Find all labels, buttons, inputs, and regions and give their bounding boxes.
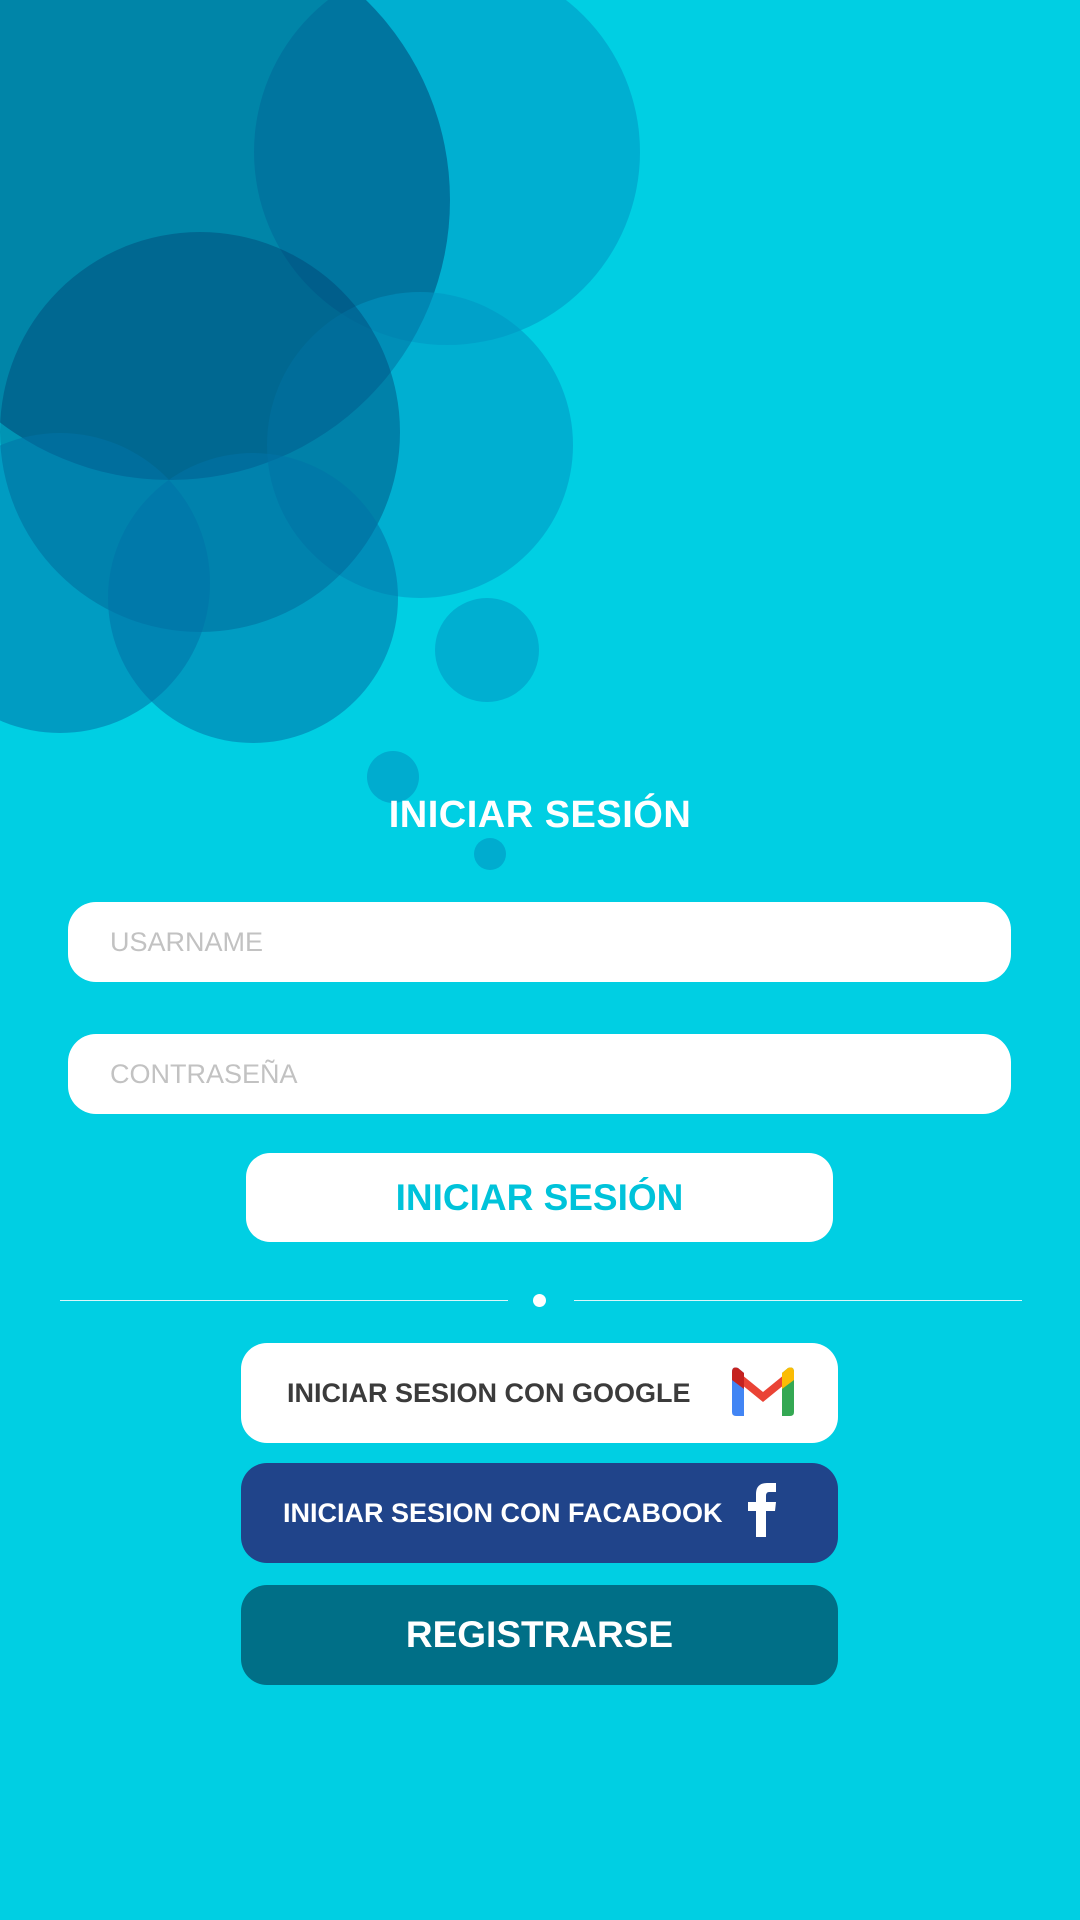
login-button[interactable]: INICIAR SESIÓN <box>246 1153 833 1242</box>
username-input[interactable] <box>68 902 1011 982</box>
gmail-icon <box>732 1367 794 1416</box>
password-input[interactable] <box>68 1034 1011 1114</box>
register-button[interactable]: REGISTRARSE <box>241 1585 838 1685</box>
register-button-label: REGISTRARSE <box>405 1614 674 1655</box>
page-title: INICIAR SESIÓN <box>388 794 692 836</box>
facebook-login-label: INICIAR SESION CON FACABOOK <box>283 1497 723 1528</box>
login-button-label: INICIAR SESIÓN <box>395 1176 684 1218</box>
facebook-login-button[interactable]: INICIAR SESION CON FACABOOK <box>241 1463 838 1563</box>
divider-line-right <box>574 1300 1022 1301</box>
divider-dot <box>533 1294 546 1307</box>
google-login-label: INICIAR SESION CON GOOGLE <box>287 1377 691 1408</box>
facebook-icon <box>748 1483 776 1537</box>
divider-line-left <box>60 1300 508 1301</box>
background-bubbles <box>0 0 640 870</box>
google-login-button[interactable]: INICIAR SESION CON GOOGLE <box>241 1343 838 1443</box>
